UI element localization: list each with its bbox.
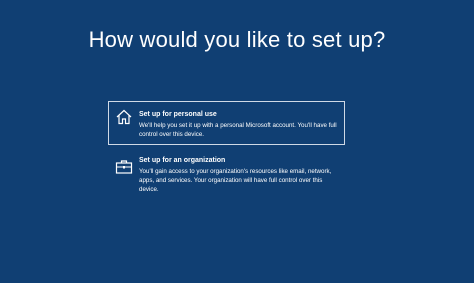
page-title: How would you like to set up? bbox=[88, 27, 386, 52]
setup-screen: How would you like to set up? Set up for… bbox=[0, 0, 474, 283]
option-organization[interactable]: Set up for an organization You'll gain a… bbox=[108, 151, 345, 197]
option-organization-title: Set up for an organization bbox=[139, 157, 226, 164]
option-personal-description: We'll help you set it up with a personal… bbox=[139, 122, 337, 138]
option-organization-description: You'll gain access to your organization'… bbox=[139, 168, 332, 193]
option-personal-title: Set up for personal use bbox=[139, 111, 217, 118]
home-icon bbox=[115, 108, 133, 126]
briefcase-icon bbox=[115, 158, 133, 176]
option-personal-use[interactable]: Set up for personal use We'll help you s… bbox=[108, 101, 345, 145]
